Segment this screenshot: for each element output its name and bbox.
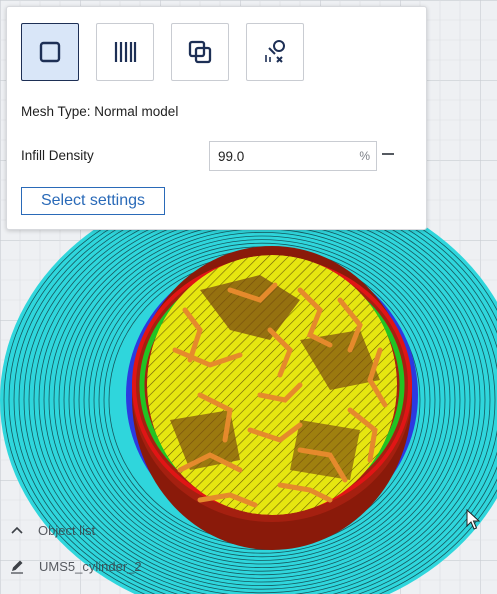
pencil-icon: [11, 560, 23, 574]
mesh-type-label: Mesh Type: Normal model: [21, 104, 179, 119]
square-icon: [39, 41, 61, 63]
infill-area: [147, 255, 397, 515]
infill-density-input[interactable]: [218, 147, 338, 165]
infill-density-label: Infill Density: [21, 148, 94, 163]
object-list-toggle[interactable]: Object list: [0, 518, 95, 542]
vertical-lines-icon: [114, 42, 137, 62]
infill-density-field[interactable]: %: [209, 141, 377, 171]
object-name: UMS5_cylinder_2: [39, 558, 142, 574]
infill-unit: %: [359, 149, 370, 163]
mesh-support-blocker-button[interactable]: [246, 23, 304, 81]
per-model-settings-panel: Mesh Type: Normal model Infill Density %…: [6, 6, 427, 230]
chevron-up-icon: [11, 526, 23, 534]
remove-setting-icon[interactable]: [382, 153, 394, 155]
mesh-normal-model-button[interactable]: [21, 23, 79, 81]
overlap-squares-icon: [188, 40, 212, 64]
object-name-row[interactable]: UMS5_cylinder_2: [0, 554, 142, 578]
mesh-overlap-button[interactable]: [171, 23, 229, 81]
mesh-infill-only-button[interactable]: [96, 23, 154, 81]
select-settings-button[interactable]: Select settings: [21, 187, 165, 215]
support-blocker-icon: [265, 40, 285, 63]
object-list-label: Object list: [38, 522, 96, 538]
mouse-cursor-icon: [466, 509, 480, 530]
